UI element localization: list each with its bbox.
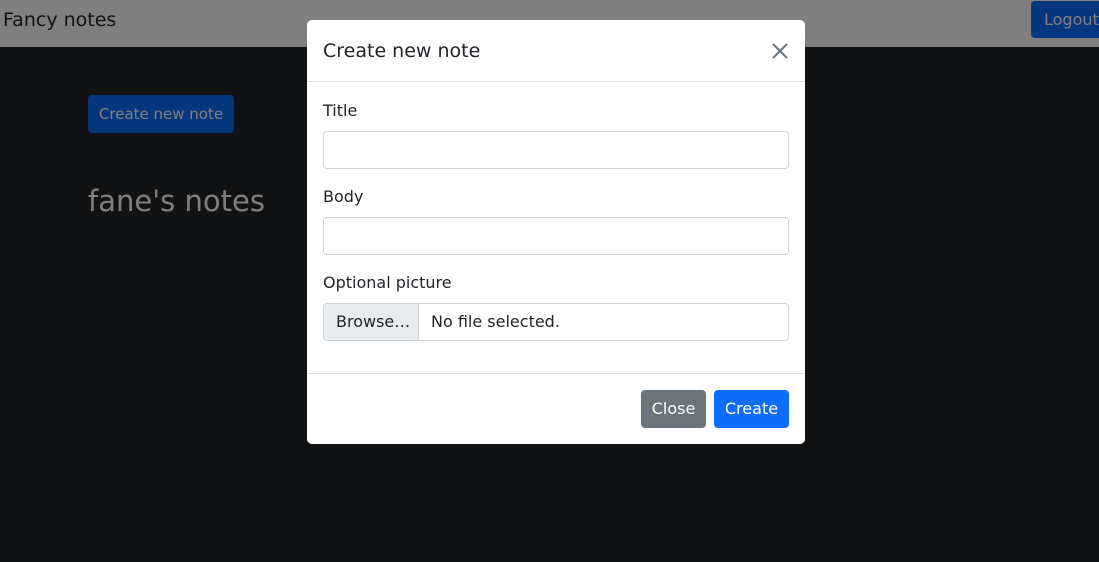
title-label: Title <box>323 101 358 120</box>
file-status-text: No file selected. <box>431 312 560 331</box>
body-input[interactable] <box>323 217 789 255</box>
close-button[interactable]: Close <box>641 390 706 428</box>
close-icon[interactable] <box>770 41 790 61</box>
create-button[interactable]: Create <box>714 390 789 428</box>
modal-title: Create new note <box>323 40 481 62</box>
modal-header: Create new note <box>307 20 805 82</box>
body-label: Body <box>323 187 364 206</box>
modal-footer: Close Create <box>307 373 805 444</box>
app-page: Fancy notes Logout Create new note fane'… <box>0 0 1099 562</box>
title-input[interactable] <box>323 131 789 169</box>
create-note-modal: Create new note Title Body Optional pict… <box>307 20 805 444</box>
picture-label: Optional picture <box>323 273 452 292</box>
browse-button[interactable]: Browse… <box>324 304 419 340</box>
picture-file-input[interactable]: Browse… No file selected. <box>323 303 789 341</box>
